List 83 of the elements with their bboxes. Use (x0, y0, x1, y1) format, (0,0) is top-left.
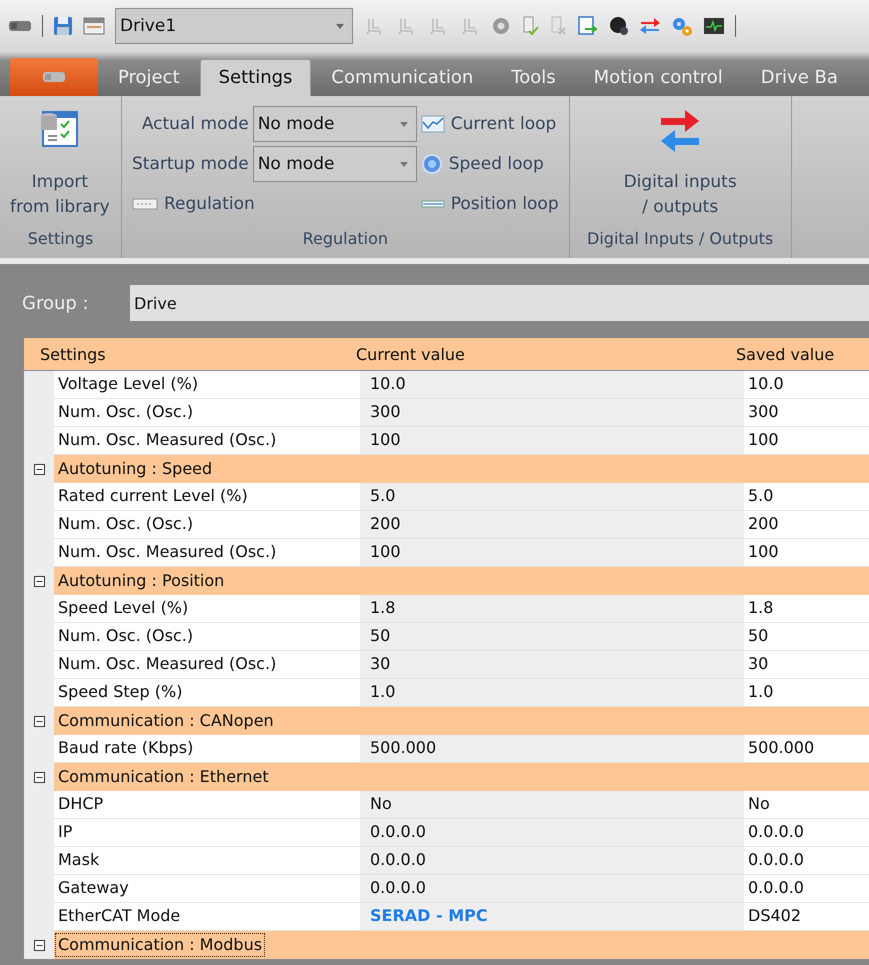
collapse-icon[interactable] (34, 716, 44, 726)
table-cell: 0.0.0.0 (744, 819, 869, 847)
ribbon-button[interactable]: Position loop (420, 194, 559, 214)
table-cell: IP (54, 819, 360, 847)
gauge-icon (420, 153, 443, 175)
ribbon-tab[interactable]: Tools (493, 60, 574, 96)
table-cell: Speed Level (%) (54, 595, 360, 623)
disc-icon[interactable] (609, 16, 629, 36)
gears-icon[interactable] (671, 16, 693, 36)
ribbon-group-label: Settings (26, 228, 94, 250)
table-cell: DS402 (744, 903, 869, 931)
field-label: Startup mode (132, 154, 249, 174)
monitor-icon[interactable] (703, 16, 725, 36)
column-header: Current value (355, 344, 466, 364)
table-cell: Baud rate (Kbps) (54, 735, 360, 763)
table-cell: 0.0.0.0 (744, 875, 869, 903)
collapse-icon[interactable] (34, 772, 44, 782)
regulation-button[interactable]: Regulation (132, 194, 417, 214)
ribbon-button[interactable]: Speed loop (420, 153, 559, 175)
mode-dropdown[interactable]: No mode (252, 146, 417, 182)
table-cell: DHCP (54, 791, 360, 819)
table-cell: 10.0 (744, 371, 869, 399)
document-arrow-icon[interactable] (577, 16, 599, 36)
caret-icon (400, 122, 408, 126)
table-cell: 100 (744, 539, 869, 567)
table-cell: 0.0.0.0 (744, 847, 869, 875)
table-cell: Voltage Level (%) (54, 371, 360, 399)
table-cell: Num. Osc. (Osc.) (54, 511, 360, 539)
mode-dropdown[interactable]: No mode (252, 106, 417, 142)
document-check-icon[interactable] (521, 16, 539, 36)
section-title[interactable]: Autotuning : Position (56, 570, 226, 592)
bar-icon (420, 200, 445, 208)
table-cell: 1.0 (744, 679, 869, 707)
table-cell: No (744, 791, 869, 819)
chart-icon (420, 115, 445, 133)
section-title[interactable]: Autotuning : Speed (56, 458, 214, 480)
collapse-icon[interactable] (34, 940, 44, 950)
ribbon-tab[interactable]: Settings (200, 59, 312, 96)
table-cell: Speed Step (%) (54, 679, 360, 707)
table-cell: EtherCAT Mode (54, 903, 360, 931)
ribbon-tab[interactable]: Motion control (576, 60, 741, 96)
ribbon-tab[interactable]: Project (100, 60, 198, 96)
table-cell: Num. Osc. (Osc.) (54, 399, 360, 427)
table-cell: 300 (744, 399, 869, 427)
application-menu-button[interactable] (10, 58, 98, 96)
device-icon (42, 70, 66, 84)
collapse-icon[interactable] (34, 464, 44, 474)
table-cell: 50 (744, 623, 869, 651)
save-icon[interactable] (53, 16, 73, 36)
table-cell: 200 (744, 511, 869, 539)
field-label: Actual mode (142, 114, 249, 134)
group-field[interactable]: Drive (130, 285, 869, 321)
device-icon[interactable] (8, 19, 32, 33)
table-cell: Num. Osc. (Osc.) (54, 623, 360, 651)
ribbon-group-label: Regulation (302, 228, 390, 250)
caret-icon (336, 24, 344, 28)
table-cell: 30 (744, 651, 869, 679)
window-icon[interactable] (83, 16, 105, 36)
caret-icon (400, 162, 408, 166)
document-dropdown[interactable]: Drive1 (115, 8, 353, 44)
table-cell: 100 (744, 427, 869, 455)
ribbon-button[interactable]: Import from library (10, 96, 110, 220)
table-cell: Num. Osc. Measured (Osc.) (54, 651, 360, 679)
ribbon-button[interactable]: Digital inputs / outputs (624, 96, 737, 220)
ribbon-group-label: Digital Inputs / Outputs (586, 228, 774, 250)
ribbon-button[interactable]: Current loop (420, 114, 559, 134)
ribbon-tab[interactable]: Communication (313, 60, 492, 96)
column-header: Settings (39, 344, 107, 364)
gear-icon[interactable] (491, 16, 511, 36)
column-header: Saved value (735, 344, 834, 364)
table-cell: 500.000 (744, 735, 869, 763)
table-cell: Mask (54, 847, 360, 875)
collapse-icon[interactable] (34, 576, 44, 586)
table-cell: 5.0 (744, 483, 869, 511)
table-cell: Rated current Level (%) (54, 483, 360, 511)
panel-icon (132, 197, 158, 211)
table-cell: Gateway (54, 875, 360, 903)
table-cell: 1.8 (744, 595, 869, 623)
group-label: Group : (22, 292, 90, 314)
swap-arrows-icon[interactable] (639, 16, 661, 36)
ribbon-tab[interactable]: Drive Ba (742, 60, 856, 96)
table-cell: Num. Osc. Measured (Osc.) (54, 539, 360, 567)
table-cell: Num. Osc. Measured (Osc.) (54, 427, 360, 455)
